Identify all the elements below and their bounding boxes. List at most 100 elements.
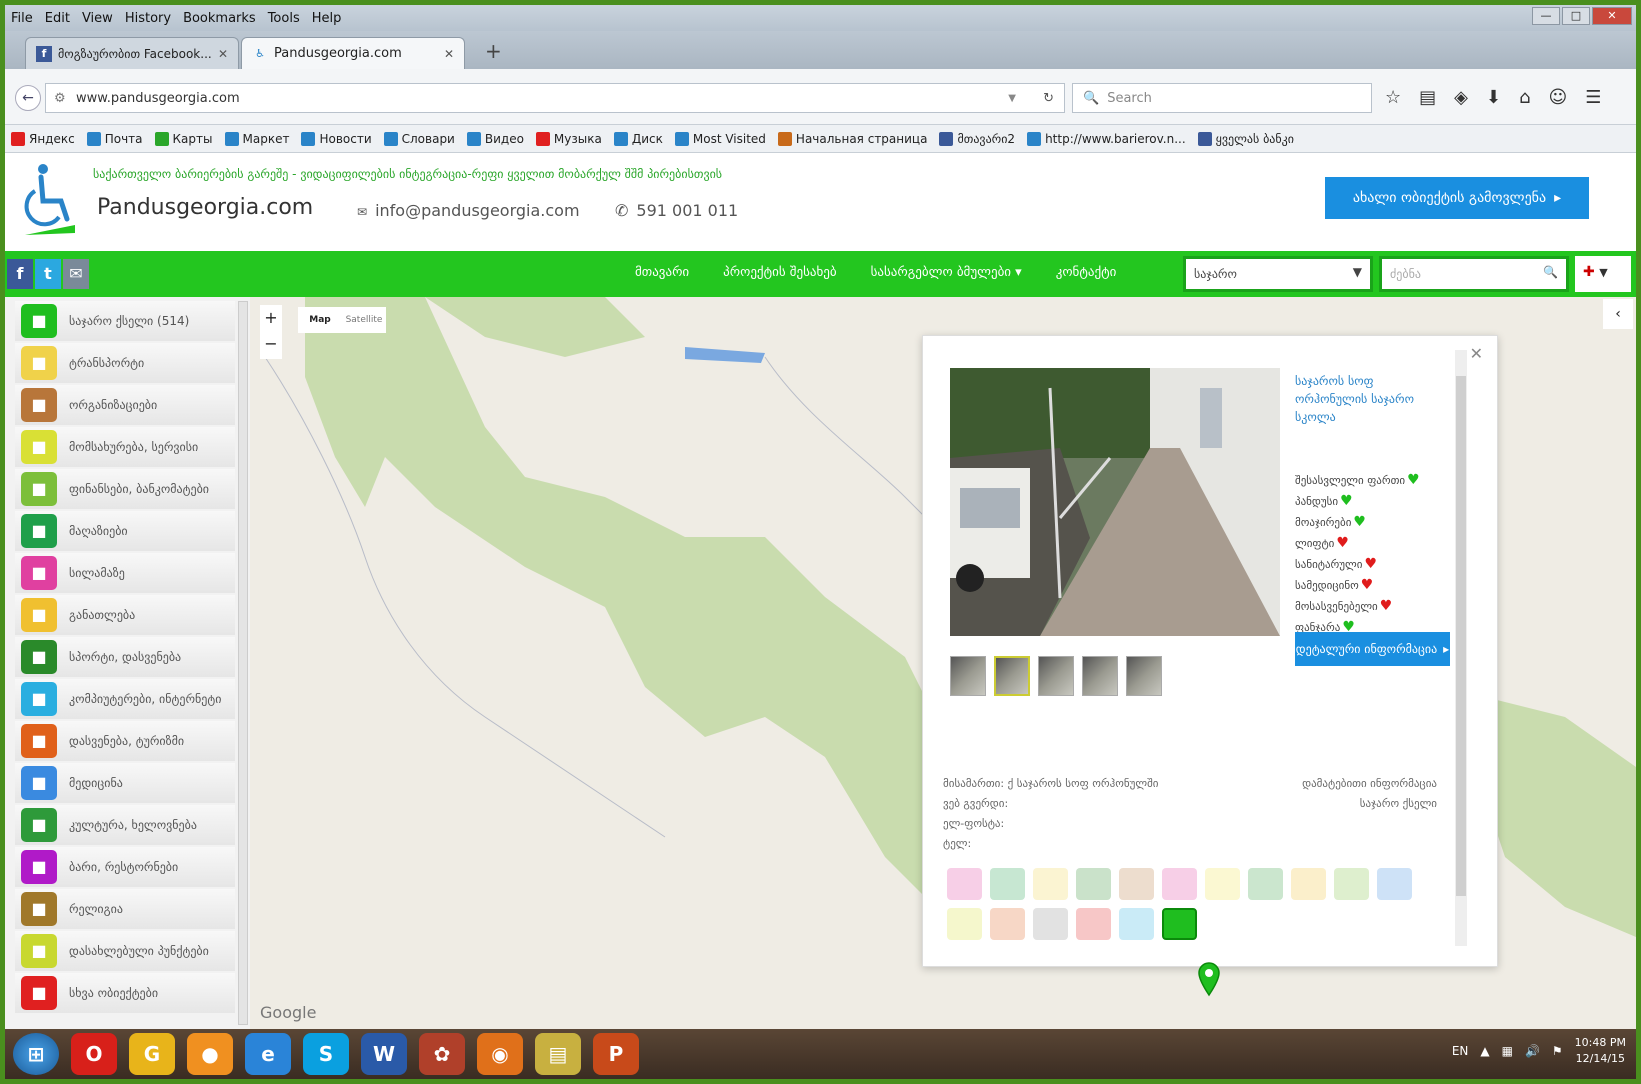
- bookmark-item[interactable]: http://www.barierov.n...: [1027, 131, 1186, 146]
- bookmark-item[interactable]: Музыка: [535, 131, 602, 146]
- category-filter-icon[interactable]: [1033, 868, 1068, 900]
- tab-pandusgeorgia[interactable]: ♿ Pandusgeorgia.com ✕: [241, 37, 465, 69]
- map-area[interactable]: ■ საჯარო ქსელი (514) ■ ტრანსპორტი ■ ორგანიზაც…: [5, 297, 1636, 1029]
- photo-thumbnail[interactable]: [1038, 656, 1074, 696]
- url-bar[interactable]: ⚙ www.pandusgeorgia.com ▼ ↻: [45, 83, 1065, 113]
- language-select[interactable]: ✚ ▼: [1575, 256, 1631, 292]
- bookmark-item[interactable]: Маркет: [224, 131, 289, 146]
- chat-icon[interactable]: ☺: [1549, 87, 1568, 108]
- word-icon[interactable]: W: [361, 1033, 407, 1075]
- category-item[interactable]: ■ სხვა ობიექტები: [15, 973, 235, 1013]
- category-filter-icon[interactable]: [947, 908, 982, 940]
- menu-view[interactable]: View: [82, 11, 113, 26]
- category-filter-icon[interactable]: [1076, 868, 1111, 900]
- nav-contact[interactable]: კონტაქტი: [1056, 265, 1117, 280]
- ie-icon[interactable]: e: [245, 1033, 291, 1075]
- category-item[interactable]: ■ რელიგია: [15, 889, 235, 929]
- bookmark-item[interactable]: Видео: [466, 131, 524, 146]
- category-filter-icon[interactable]: [990, 908, 1025, 940]
- category-filter-icon[interactable]: [947, 868, 982, 900]
- orb-icon[interactable]: ●: [187, 1033, 233, 1075]
- category-item[interactable]: ■ ტრანსპორტი: [15, 343, 235, 383]
- collapse-panel-button[interactable]: ‹: [1603, 299, 1633, 329]
- close-window-button[interactable]: ✕: [1592, 7, 1632, 25]
- tray-arrow-icon[interactable]: ▲: [1480, 1044, 1489, 1058]
- details-button[interactable]: დეტალური ინფორმაცია ▸: [1295, 632, 1450, 666]
- bookmark-item[interactable]: ყველას ბანკი: [1197, 131, 1294, 146]
- nav-about[interactable]: პროექტის შესახებ: [723, 265, 836, 280]
- category-item[interactable]: ■ ორგანიზაციები: [15, 385, 235, 425]
- minimize-button[interactable]: —: [1532, 7, 1560, 25]
- map-marker-icon[interactable]: [1197, 961, 1221, 997]
- start-button[interactable]: ⊞: [13, 1033, 59, 1075]
- category-filter-icon[interactable]: [1291, 868, 1326, 900]
- menu-history[interactable]: History: [125, 11, 171, 26]
- bookmark-item[interactable]: მთავარი2: [939, 131, 1015, 146]
- bookmark-item[interactable]: Новости: [301, 131, 372, 146]
- contact-email[interactable]: ✉ info@pandusgeorgia.com: [357, 201, 580, 220]
- category-item[interactable]: ■ მომსახურება, სერვისი: [15, 427, 235, 467]
- facebook-icon[interactable]: f: [7, 259, 33, 289]
- category-filter-icon[interactable]: [1076, 908, 1111, 940]
- object-title[interactable]: საჯაროს სოფ ორჰონულის საჯარო სკოლა: [1295, 372, 1445, 426]
- contact-phone[interactable]: ✆ 591 001 011: [615, 201, 738, 220]
- category-item[interactable]: ■ მედიცინა: [15, 763, 235, 803]
- clock[interactable]: 10:48 PM 12/14/15: [1575, 1035, 1626, 1067]
- zoom-in-button[interactable]: +: [260, 305, 282, 331]
- photo-thumbnail[interactable]: [994, 656, 1030, 696]
- category-item[interactable]: ■ საჯარო ქსელი (514): [15, 301, 235, 341]
- twitter-icon[interactable]: t: [35, 259, 61, 289]
- maximize-button[interactable]: □: [1562, 7, 1590, 25]
- category-item[interactable]: ■ სპორტი, დასვენება: [15, 637, 235, 677]
- bookmark-item[interactable]: Карты: [154, 131, 213, 146]
- photo-thumbnail[interactable]: [1126, 656, 1162, 696]
- download-icon[interactable]: ⬇: [1486, 87, 1501, 108]
- close-tab-icon[interactable]: ✕: [444, 47, 454, 61]
- map-type-map[interactable]: Map: [298, 307, 342, 333]
- skype-icon[interactable]: S: [303, 1033, 349, 1075]
- reading-list-icon[interactable]: ▤: [1419, 87, 1436, 108]
- category-item[interactable]: ■ განათლება: [15, 595, 235, 635]
- category-filter-icon[interactable]: [1248, 868, 1283, 900]
- network-icon[interactable]: ▦: [1502, 1044, 1513, 1058]
- bookmark-item[interactable]: Диск: [613, 131, 663, 146]
- zoom-out-button[interactable]: −: [260, 331, 282, 357]
- menu-file[interactable]: File: [11, 11, 33, 26]
- menu-edit[interactable]: Edit: [45, 11, 70, 26]
- opera-icon[interactable]: O: [71, 1033, 117, 1075]
- home-icon[interactable]: ⌂: [1519, 87, 1530, 108]
- category-filter-icon[interactable]: [1334, 868, 1369, 900]
- category-filter-icon[interactable]: [990, 868, 1025, 900]
- firefox-icon[interactable]: ◉: [477, 1033, 523, 1075]
- search-icon[interactable]: 🔍: [1543, 265, 1558, 279]
- menu-icon[interactable]: ☰: [1585, 87, 1601, 108]
- bookmark-item[interactable]: Почта: [86, 131, 143, 146]
- category-item[interactable]: ■ ბარი, რესტორნები: [15, 847, 235, 887]
- nav-home[interactable]: მთავარი: [635, 265, 689, 280]
- folder-icon[interactable]: ▤: [535, 1033, 581, 1075]
- category-item[interactable]: ■ კომპიუტერები, ინტერნეტი: [15, 679, 235, 719]
- chrome-icon[interactable]: G: [129, 1033, 175, 1075]
- map-type-satellite[interactable]: Satellite: [342, 307, 386, 333]
- tab-facebook[interactable]: f მოგზაურობით Facebook... ✕: [25, 37, 239, 69]
- add-object-button[interactable]: ახალი ობიექტის გამოვლენა ▸: [1325, 177, 1589, 219]
- pocket-icon[interactable]: ◈: [1454, 87, 1468, 108]
- category-item[interactable]: ■ დასვენება, ტურიზმი: [15, 721, 235, 761]
- popup-scrollbar[interactable]: [1455, 350, 1467, 946]
- category-filter-icon[interactable]: [1119, 908, 1154, 940]
- site-brand[interactable]: Pandusgeorgia.com: [97, 195, 313, 220]
- back-button[interactable]: ←: [15, 85, 41, 111]
- bookmark-item[interactable]: Словари: [383, 131, 455, 146]
- nav-links[interactable]: სასარგებლო ბმულები ▾: [871, 265, 1022, 280]
- object-photo[interactable]: [950, 368, 1280, 636]
- reload-icon[interactable]: ↻: [1043, 91, 1054, 106]
- flag-icon[interactable]: ⚑: [1552, 1044, 1563, 1058]
- close-popup-icon[interactable]: ✕: [1470, 344, 1483, 363]
- menu-bookmarks[interactable]: Bookmarks: [183, 11, 256, 26]
- new-tab-button[interactable]: +: [485, 39, 502, 63]
- wheelchair-logo-icon[interactable]: [21, 161, 77, 241]
- category-item[interactable]: ■ მაღაზიები: [15, 511, 235, 551]
- category-filter-icon[interactable]: [1033, 908, 1068, 940]
- site-info-icon[interactable]: ⚙: [54, 91, 66, 106]
- menu-tools[interactable]: Tools: [268, 11, 300, 26]
